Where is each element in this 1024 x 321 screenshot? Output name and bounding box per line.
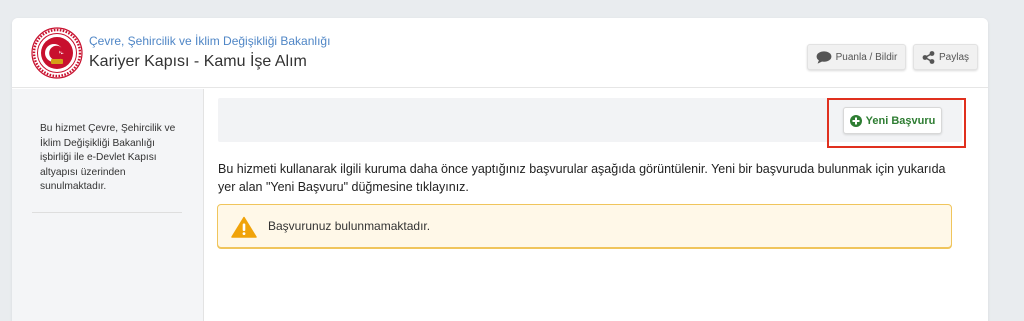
no-application-alert: Başvurunuz bulunmamaktadır. bbox=[217, 204, 952, 248]
page-header: Çevre, Şehircilik ve İklim Değişikliği B… bbox=[12, 18, 988, 88]
plus-circle-icon bbox=[849, 114, 862, 127]
new-application-label: Yeni Başvuru bbox=[865, 114, 936, 127]
info-text: Bu hizmeti kullanarak ilgili kuruma daha… bbox=[218, 162, 946, 194]
sidebar-info-text: Bu hizmet Çevre, Şehircilik ve İklim Değ… bbox=[40, 123, 176, 192]
new-application-button[interactable]: Yeni Başvuru bbox=[843, 107, 942, 134]
sidebar-divider bbox=[32, 212, 182, 213]
rate-feedback-button[interactable]: Puanla / Bildir bbox=[807, 44, 906, 70]
share-button[interactable]: Paylaş bbox=[913, 44, 978, 70]
sidebar: Bu hizmet Çevre, Şehircilik ve İklim Değ… bbox=[12, 89, 204, 321]
alert-message: Başvurunuz bulunmamaktadır. bbox=[268, 219, 431, 233]
ministry-logo[interactable] bbox=[30, 26, 84, 80]
service-title: Kariyer Kapısı - Kamu İşe Alım bbox=[89, 53, 307, 70]
warning-triangle-icon bbox=[231, 216, 257, 238]
share-icon bbox=[922, 50, 935, 64]
speech-bubble-icon bbox=[816, 50, 832, 64]
rate-feedback-label: Puanla / Bildir bbox=[835, 51, 898, 63]
share-label: Paylaş bbox=[938, 51, 969, 63]
ministry-name[interactable]: Çevre, Şehircilik ve İklim Değişikliği B… bbox=[89, 34, 330, 48]
